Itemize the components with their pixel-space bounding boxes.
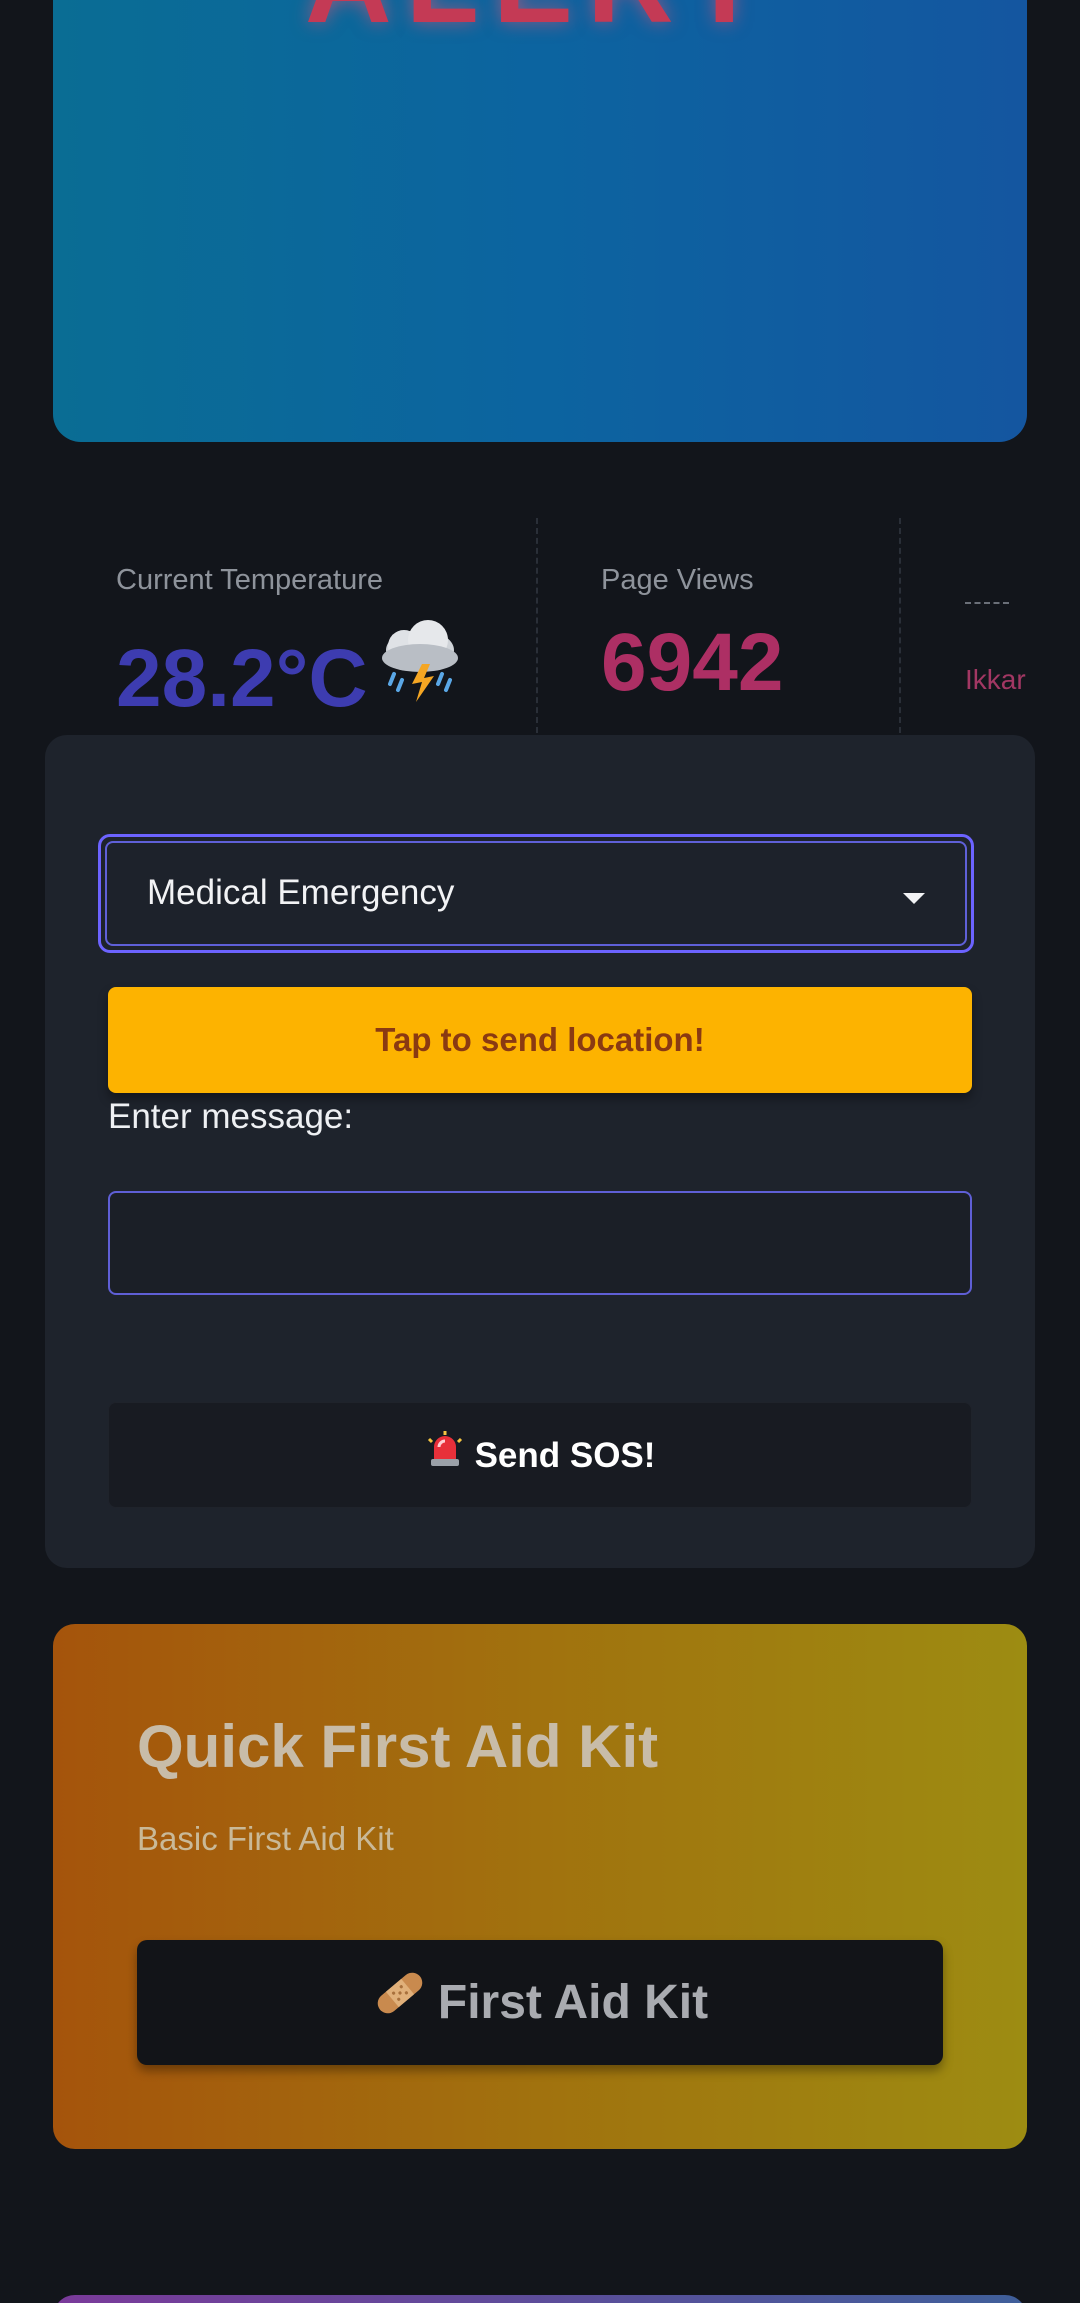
send-location-button[interactable]: Tap to send location! xyxy=(108,987,972,1093)
temperature-label: Current Temperature xyxy=(116,564,384,596)
temperature-stat: Current Temperature 28.2°C xyxy=(116,518,536,733)
first-aid-title: Quick First Aid Kit xyxy=(137,1713,659,1780)
temperature-value: 28.2°C xyxy=(116,633,368,724)
stat-divider xyxy=(899,518,901,733)
third-stat: Ikkar xyxy=(965,518,1027,733)
page-views-stat: Page Views 6942 xyxy=(601,518,901,733)
emergency-form-card: Medical Emergency Tap to send location! … xyxy=(45,735,1035,1568)
temperature-value-row: 28.2°C xyxy=(116,616,468,726)
stats-strip: Current Temperature 28.2°C Page Views 69… xyxy=(53,518,1027,733)
third-stat-text: Ikkar xyxy=(965,664,1026,695)
message-input[interactable] xyxy=(108,1191,972,1295)
send-sos-button[interactable]: Send SOS! xyxy=(108,1402,972,1508)
send-sos-label: Send SOS! xyxy=(474,1436,656,1475)
third-stat-dash xyxy=(965,602,1009,604)
first-aid-card: Quick First Aid Kit Basic First Aid Kit … xyxy=(53,1624,1027,2149)
page-views-value: 6942 xyxy=(601,617,784,708)
hero-card: ALERT xyxy=(53,0,1027,442)
page: ALERT Current Temperature 28.2°C xyxy=(0,0,1080,2303)
thunderstorm-icon xyxy=(372,616,468,726)
page-views-label: Page Views xyxy=(601,564,754,596)
siren-icon xyxy=(425,1405,465,1511)
hero-title: ALERT xyxy=(53,0,1027,50)
first-aid-subtitle: Basic First Aid Kit xyxy=(137,1820,394,1857)
bandage-icon xyxy=(372,1943,428,2068)
emergency-type-selected-value: Medical Emergency xyxy=(147,873,455,912)
next-card-edge xyxy=(53,2295,1027,2303)
emergency-type-select[interactable]: Medical Emergency xyxy=(105,841,967,946)
first-aid-kit-button[interactable]: First Aid Kit xyxy=(137,1940,943,2065)
emergency-type-select-focus-ring: Medical Emergency xyxy=(98,834,974,953)
chevron-down-icon xyxy=(903,893,925,904)
message-label: Enter message: xyxy=(108,1097,354,1136)
first-aid-kit-label: First Aid Kit xyxy=(437,1976,709,2029)
stat-divider xyxy=(536,518,538,733)
